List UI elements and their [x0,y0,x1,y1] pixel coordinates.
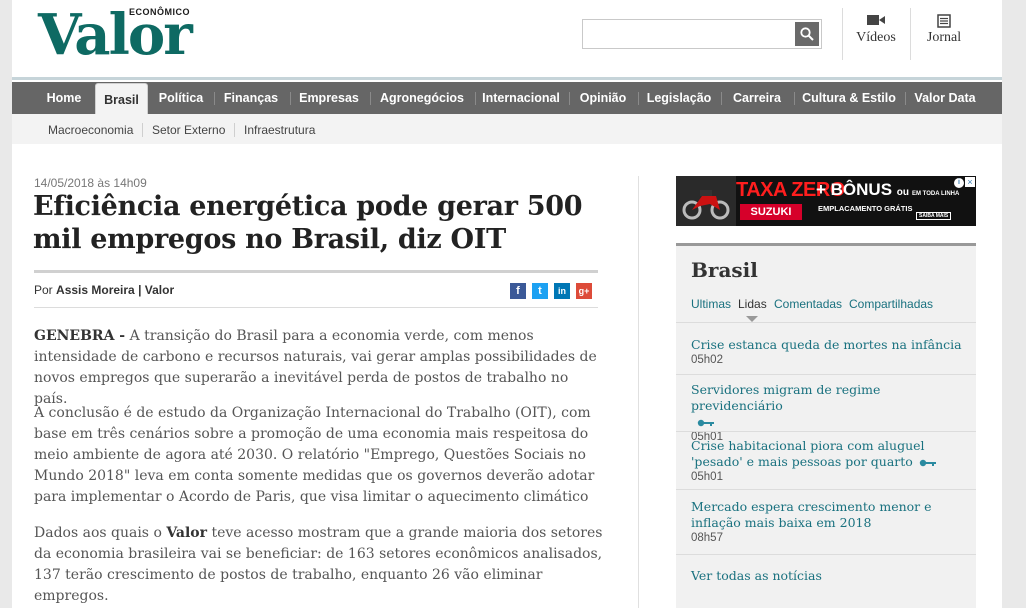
byline-divider [34,307,598,308]
news-link[interactable]: Servidores migram de regime previdenciár… [691,382,966,430]
nav-divider [370,92,371,105]
sidebar-divider [676,554,976,555]
sub-nav: Macroeconomia Setor Externo Infraestrutu… [12,114,1002,144]
search-input[interactable] [582,19,822,49]
news-title: Crise habitacional piora com aluguel 'pe… [691,438,925,469]
ad-ou: ou [896,187,909,198]
nav-politica[interactable]: Política [153,82,209,114]
key-icon [697,419,714,426]
article-byline: Por Assis Moreira | Valor [34,283,174,297]
key-icon [919,459,936,466]
nav-brasil[interactable]: Brasil [95,83,148,114]
ad-info-icon[interactable]: i [954,178,964,188]
list-item[interactable]: Mercado espera crescimento menor e infla… [691,499,966,544]
title-divider [34,270,598,273]
tab-lidas[interactable]: Lidas [738,297,767,311]
news-time: 05h01 [691,471,723,483]
ad-bonus: + BÔNUS ou [816,180,909,203]
main-nav: Home Brasil Política Finanças Empresas A… [12,82,1002,114]
jornal-label: Jornal [926,30,962,45]
sidebar-divider [676,431,976,432]
subnav-setor-externo[interactable]: Setor Externo [152,114,225,144]
news-link[interactable]: Crise estanca queda de mortes na infânci… [691,337,966,353]
videos-link[interactable]: Vídeos [843,8,909,64]
list-item[interactable]: Crise habitacional piora com aluguel 'pe… [691,438,966,483]
googleplus-share-icon[interactable]: g+ [576,283,592,299]
ad-motorcycle-image [676,176,736,226]
paragraph-text: Dados aos quais o [34,525,162,541]
nav-opiniao[interactable]: Opinião [574,82,632,114]
ad-brand: SUZUKI [740,204,802,220]
byline-prefix: Por [34,283,53,297]
news-time: 05h02 [691,354,723,366]
article-paragraph: A conclusão é de estudo da Organização I… [34,405,595,505]
nav-internacional[interactable]: Internacional [480,82,562,114]
sidebar-brasil: Brasil Ultimas Lidas Comentadas Comparti… [676,243,976,608]
nav-legislacao[interactable]: Legislação [643,82,715,114]
site-header: Valor ECONÔMICO Vídeos Jornal [12,0,1002,80]
nav-empresas[interactable]: Empresas [294,82,364,114]
nav-financas[interactable]: Finanças [219,82,283,114]
paragraph-strong: Valor [166,525,208,541]
video-camera-icon [843,8,909,30]
facebook-share-icon[interactable]: f [510,283,526,299]
nav-divider [290,92,291,105]
news-title: Servidores migram de regime previdenciár… [691,382,881,413]
ad-saiba-mais[interactable]: SAIBA MAIS [916,212,952,220]
nav-carreira[interactable]: Carreira [726,82,788,114]
advertisement-banner[interactable]: TAXA ZERO SUZUKI + BÔNUS ou EMPLACAMENTO… [676,176,976,226]
nav-valor-data[interactable]: Valor Data [910,82,980,114]
subnav-infraestrutura[interactable]: Infraestrutura [244,114,315,144]
newspaper-icon [911,8,977,30]
list-item[interactable]: Crise estanca queda de mortes na infânci… [691,337,966,366]
list-item[interactable]: Servidores migram de regime previdenciár… [691,382,966,443]
linkedin-share-icon[interactable]: in [554,283,570,299]
sidebar-title: Brasil [691,258,758,282]
article-paragraph: GENEBRA - A transição do Brasil para a e… [34,326,604,410]
tab-ultimas[interactable]: Ultimas [691,297,731,311]
twitter-share-icon[interactable]: t [532,283,548,299]
news-time: 08h57 [691,532,723,544]
nav-divider [794,92,795,105]
news-link[interactable]: Mercado espera crescimento menor e infla… [691,499,966,531]
nav-divider [905,92,906,105]
search-icon [800,27,814,41]
tab-comentadas[interactable]: Comentadas [774,297,842,311]
subnav-divider [142,123,143,137]
jornal-link[interactable]: Jornal [911,8,977,64]
byline-author[interactable]: Assis Moreira | Valor [56,283,174,297]
article-title: Eficiência energética pode gerar 500 mil… [33,191,583,255]
sidebar-divider [676,489,976,490]
subnav-macroeconomia[interactable]: Macroeconomia [48,114,133,144]
main-content: 14/05/2018 às 14h09 Eficiência energétic… [12,146,1002,608]
nav-divider [721,92,722,105]
subnav-divider [234,123,235,137]
nav-divider [638,92,639,105]
nav-divider [569,92,570,105]
videos-label: Vídeos [856,30,896,45]
article-paragraph: Dados aos quais o Valor teve acesso most… [34,523,604,607]
see-all-news-link[interactable]: Ver todas as notícias [691,568,822,583]
nav-divider [475,92,476,105]
article-date: 14/05/2018 às 14h09 [34,176,147,190]
sidebar-divider [676,322,976,323]
dateline: GENEBRA - [34,328,126,344]
search-button[interactable] [795,22,819,46]
nav-home[interactable]: Home [38,82,90,114]
ad-emplacamento: EMPLACAMENTO GRÁTIS [818,204,913,213]
column-divider [638,176,639,608]
nav-cultura-estilo[interactable]: Cultura & Estilo [799,82,899,114]
news-link[interactable]: Crise habitacional piora com aluguel 'pe… [691,438,966,470]
motorcycle-icon [682,190,730,220]
nav-agronegocios[interactable]: Agronegócios [375,82,469,114]
ad-bonus-text: + BÔNUS [816,180,893,199]
ad-linha: EM TODA LINHA [912,191,960,197]
nav-divider [214,92,215,105]
sidebar-divider [676,374,976,375]
tab-compartilhadas[interactable]: Compartilhadas [849,297,933,311]
logo-tagline: ECONÔMICO [129,7,191,17]
ad-close-icon[interactable]: × [965,177,975,187]
